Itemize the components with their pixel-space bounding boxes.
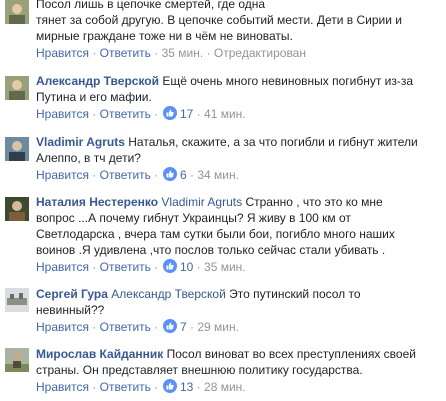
reply-button[interactable]: Ответить	[100, 320, 151, 334]
comment: Мирослав Кайданник Посол виноват во всех…	[0, 342, 446, 401]
comment-actions: Нравится · Ответить · 7 · 29 мин.	[36, 319, 440, 337]
like-button[interactable]: Нравится	[36, 260, 89, 274]
separator: ·	[154, 320, 162, 334]
comment-author[interactable]: Александр Тверской	[36, 74, 159, 88]
comment-actions: Нравится · Ответить · 10 · 35 мин.	[36, 259, 440, 277]
comment: Александр Тверской Ещё очень много невин…	[0, 67, 446, 129]
reaction-count[interactable]: 6	[180, 168, 187, 182]
reply-button[interactable]: Ответить	[100, 380, 151, 394]
comment-text: Мирослав Кайданник Посол виноват во всех…	[36, 346, 440, 362]
comment: Vladimir Agruts Наталья, скажите, а за ч…	[0, 130, 446, 188]
separator: ·	[92, 260, 100, 274]
separator: ·	[92, 380, 100, 394]
comment: Посол лишь в цепочке смертей, где одна т…	[0, 0, 446, 72]
like-button[interactable]: Нравится	[36, 46, 89, 60]
separator: ·	[154, 46, 162, 60]
mention-link[interactable]: Александр Тверской	[111, 287, 226, 301]
separator: ·	[196, 107, 205, 121]
comment: Сергей Гура Александр Тверской Это путин…	[0, 282, 446, 340]
timestamp[interactable]: 34 мин.	[197, 168, 239, 182]
comment-text: Посол лишь в цепочке смертей, где одна	[36, 0, 440, 12]
reaction-count[interactable]: 7	[180, 320, 187, 334]
comment-text-line: Наталья, скажите, а за что погибли и гиб…	[128, 135, 418, 149]
comment-text-line: мирные граждане тоже ни в чём не виноват…	[36, 29, 293, 43]
comment-text-line: Посол лишь в цепочке смертей, где одна	[36, 0, 266, 11]
timestamp[interactable]: 29 мин.	[197, 320, 239, 334]
separator: ·	[154, 168, 162, 182]
comment-text-line: невинный??	[36, 303, 105, 317]
reply-button[interactable]: Ответить	[100, 260, 151, 274]
timestamp[interactable]: 35 мин.	[204, 260, 246, 274]
comment-text: Александр Тверской Ещё очень много невин…	[36, 73, 440, 89]
reply-button[interactable]: Ответить	[100, 107, 151, 121]
comment-text-line: воинов .Я удивлена ,что послов только се…	[36, 243, 386, 257]
comment-text: Vladimir Agruts Наталья, скажите, а за ч…	[36, 134, 440, 150]
separator: ·	[92, 320, 100, 334]
comment-text-line: Это путинский посол то	[229, 287, 361, 301]
thumbs-up-icon[interactable]	[162, 319, 177, 337]
comment-text-line: Странно , что это ко мне	[245, 195, 383, 209]
comment-text: Наталия Нестеренко Vladimir Agruts Стран…	[36, 194, 440, 210]
timestamp[interactable]: 28 мин.	[204, 380, 246, 394]
reply-button[interactable]: Ответить	[100, 46, 151, 60]
comment-author[interactable]: Наталия Нестеренко	[36, 195, 158, 209]
comment-text-line: вопрос ...А почему гибнут Украинцы? Я жи…	[36, 211, 351, 225]
comment-text: Сергей Гура Александр Тверской Это путин…	[36, 286, 440, 302]
avatar[interactable]	[5, 348, 29, 372]
comment-author[interactable]: Vladimir Agruts	[36, 135, 125, 149]
comment-text-line: тянет за собой другую. В цепочке событий…	[36, 13, 402, 27]
timestamp[interactable]: 41 мин.	[204, 107, 246, 121]
reaction-count[interactable]: 17	[180, 107, 193, 121]
edited-label[interactable]: Отредактирован	[214, 46, 306, 60]
comment-actions: Нравится · Ответить · 35 мин. · Отредакт…	[36, 45, 440, 61]
comment-author[interactable]: Мирослав Кайданник	[36, 347, 163, 361]
thumbs-up-icon[interactable]	[162, 106, 177, 124]
like-button[interactable]: Нравится	[36, 107, 89, 121]
separator: ·	[206, 46, 214, 60]
avatar[interactable]	[5, 76, 29, 100]
mention-link[interactable]: Vladimir Agruts	[161, 195, 242, 209]
separator: ·	[154, 380, 162, 394]
thumbs-up-icon[interactable]	[162, 167, 177, 185]
comment-feed: Посол лишь в цепочке смертей, где одна т…	[0, 0, 446, 401]
separator: ·	[154, 260, 162, 274]
like-button[interactable]: Нравится	[36, 320, 89, 334]
reply-button[interactable]: Ответить	[100, 168, 151, 182]
thumbs-up-icon[interactable]	[162, 379, 177, 397]
separator: ·	[92, 107, 100, 121]
avatar[interactable]	[5, 197, 29, 221]
comment-author[interactable]: Сергей Гура	[36, 287, 108, 301]
reaction-count[interactable]: 10	[180, 260, 193, 274]
reaction-count[interactable]: 13	[180, 380, 193, 394]
comment-text-line: Светлодарска , вчера там сутки были бои,…	[36, 227, 395, 241]
like-button[interactable]: Нравится	[36, 380, 89, 394]
comment-actions: Нравится · Ответить · 6 · 34 мин.	[36, 167, 440, 185]
timestamp[interactable]: 35 мин.	[162, 46, 204, 60]
separator: ·	[92, 46, 100, 60]
separator: ·	[92, 168, 100, 182]
avatar[interactable]	[5, 288, 29, 312]
separator: ·	[154, 107, 162, 121]
avatar[interactable]	[5, 0, 29, 24]
avatar[interactable]	[5, 137, 29, 161]
separator: ·	[196, 380, 205, 394]
comment-text-line: страны. Он представляет внешнюю политику…	[36, 363, 363, 377]
comment-actions: Нравится · Ответить · 13 · 28 мин.	[36, 379, 440, 397]
comment: Наталия Нестеренко Vladimir Agruts Стран…	[0, 191, 446, 279]
comment-text-line: Посол виноват во всех преступлениях свое…	[166, 347, 416, 361]
comment-actions: Нравится · Ответить · 17 · 41 мин.	[36, 106, 440, 124]
comment-text-line: Алеппо, в тч дети?	[36, 151, 141, 165]
like-button[interactable]: Нравится	[36, 168, 89, 182]
separator: ·	[196, 260, 205, 274]
comment-text-line: Ещё очень много невиновных погибнут из-з…	[162, 74, 414, 88]
comment-text-line: Путина и его мафии.	[36, 90, 152, 104]
thumbs-up-icon[interactable]	[162, 259, 177, 277]
